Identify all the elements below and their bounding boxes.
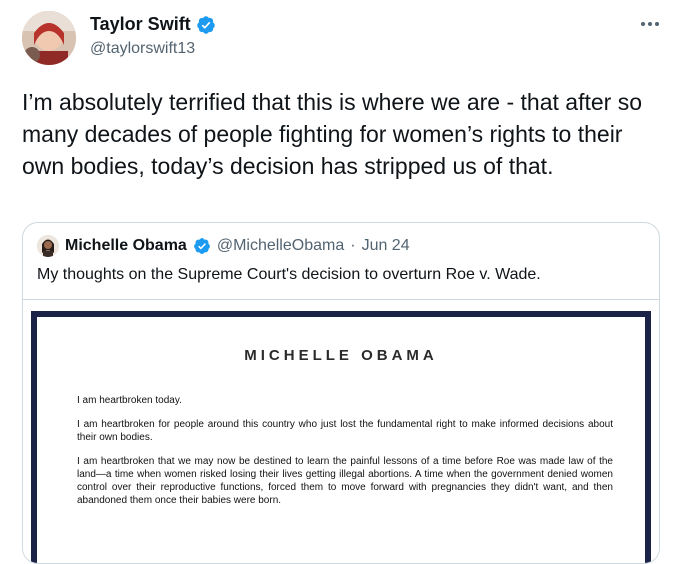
- author-handle[interactable]: @taylorswift13: [90, 40, 195, 58]
- quoted-tweet-header: Michelle Obama @MichelleObama · Jun 24: [37, 235, 410, 257]
- more-dot: [641, 22, 645, 26]
- quoted-tweet[interactable]: Michelle Obama @MichelleObama · Jun 24 M…: [22, 222, 660, 564]
- author-avatar[interactable]: [22, 11, 76, 65]
- letter-paragraph: I am heartbroken for people around this …: [77, 419, 613, 443]
- letter-paper: MICHELLE OBAMA I am heartbroken today. I…: [37, 317, 645, 563]
- letter-heading: MICHELLE OBAMA: [244, 347, 438, 364]
- more-options-button[interactable]: [636, 14, 664, 34]
- quoted-tweet-date[interactable]: Jun 24: [362, 237, 410, 255]
- quoted-author-handle[interactable]: @MichelleObama: [217, 237, 344, 255]
- tweet-text: I’m absolutely terrified that this is wh…: [22, 89, 642, 179]
- more-dot: [655, 22, 659, 26]
- verified-badge-icon: [196, 15, 215, 34]
- quoted-tweet-text: My thoughts on the Supreme Court's decis…: [37, 266, 541, 283]
- verified-badge-icon: [193, 238, 210, 254]
- letter-body: I am heartbroken today. I am heartbroken…: [77, 394, 613, 518]
- quoted-tweet-image[interactable]: MICHELLE OBAMA I am heartbroken today. I…: [23, 299, 659, 563]
- profile-photo-icon: [22, 11, 76, 65]
- letter-paragraph: I am heartbroken today.: [77, 395, 182, 406]
- quoted-author-name[interactable]: Michelle Obama: [65, 237, 187, 255]
- letter-paragraph: I am heartbroken that we may now be dest…: [77, 456, 613, 506]
- more-dot: [648, 22, 652, 26]
- author-name[interactable]: Taylor Swift: [90, 14, 191, 35]
- separator-dot: ·: [350, 237, 356, 254]
- author-name-row: Taylor Swift: [90, 14, 216, 35]
- letter-frame: MICHELLE OBAMA I am heartbroken today. I…: [31, 311, 651, 563]
- tweet-card: Taylor Swift @taylorswift13 I’m absolute…: [0, 0, 682, 564]
- quoted-author-avatar: [37, 235, 59, 257]
- profile-photo-icon: [37, 235, 59, 257]
